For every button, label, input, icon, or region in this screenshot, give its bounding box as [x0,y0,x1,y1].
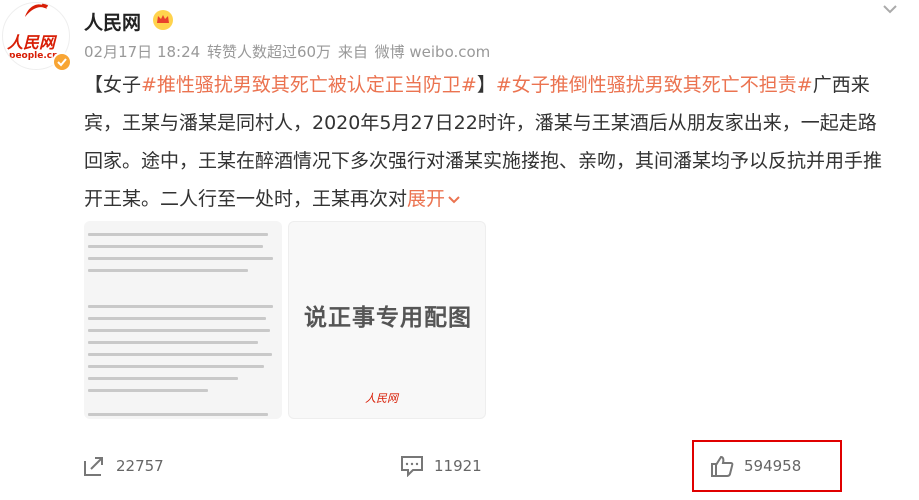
crown-badge-icon [153,10,173,30]
hashtag-link[interactable]: #女子推倒性骚扰男致其死亡不担责# [496,74,813,96]
repost-count: 22757 [116,457,164,475]
comment-icon [401,456,423,477]
verified-badge-icon [52,52,72,72]
bracket-close: 】 [476,74,496,96]
chevron-down-icon [448,196,460,204]
source-link[interactable]: 微博 weibo.com [375,43,491,61]
post-body: 【女子#推性骚扰男致其死亡被认定正当防卫#】#女子推倒性骚扰男致其死亡不担责#广… [84,66,884,218]
comment-button[interactable]: 11921 [400,455,482,477]
document-text-lines [84,233,282,419]
document-image-thumbnail[interactable] [84,221,282,419]
bracket-open: 【女子 [84,74,142,96]
avatar-logo-text: 人民网 [7,33,56,52]
post-meta: 02月17日 18:24 转赞人数超过60万 来自 微博 weibo.com [84,41,492,62]
repost-button[interactable]: 22757 [82,455,164,477]
people-daily-logo-icon [25,3,48,17]
repost-like-info: 转赞人数超过60万 [206,43,332,61]
avatar-logo-url: people.cn [9,51,59,61]
post-date[interactable]: 02月17日 18:24 [84,43,200,61]
username[interactable]: 人民网 [84,8,141,35]
like-highlight-box [692,440,842,492]
source-prefix: 来自 [337,43,368,61]
repost-icon [84,457,103,476]
image-watermark: 人民网 [365,392,398,405]
image-caption: 说正事专用配图 [304,305,472,331]
comment-count: 11921 [434,457,482,475]
caption-image-thumbnail[interactable]: 说正事专用配图 人民网 [288,221,486,419]
expand-label: 展开 [407,188,446,210]
more-options-icon[interactable] [880,0,900,25]
hashtag-link[interactable]: #推性骚扰男致其死亡被认定正当防卫# [141,74,477,96]
expand-link[interactable]: 展开 [407,188,461,210]
